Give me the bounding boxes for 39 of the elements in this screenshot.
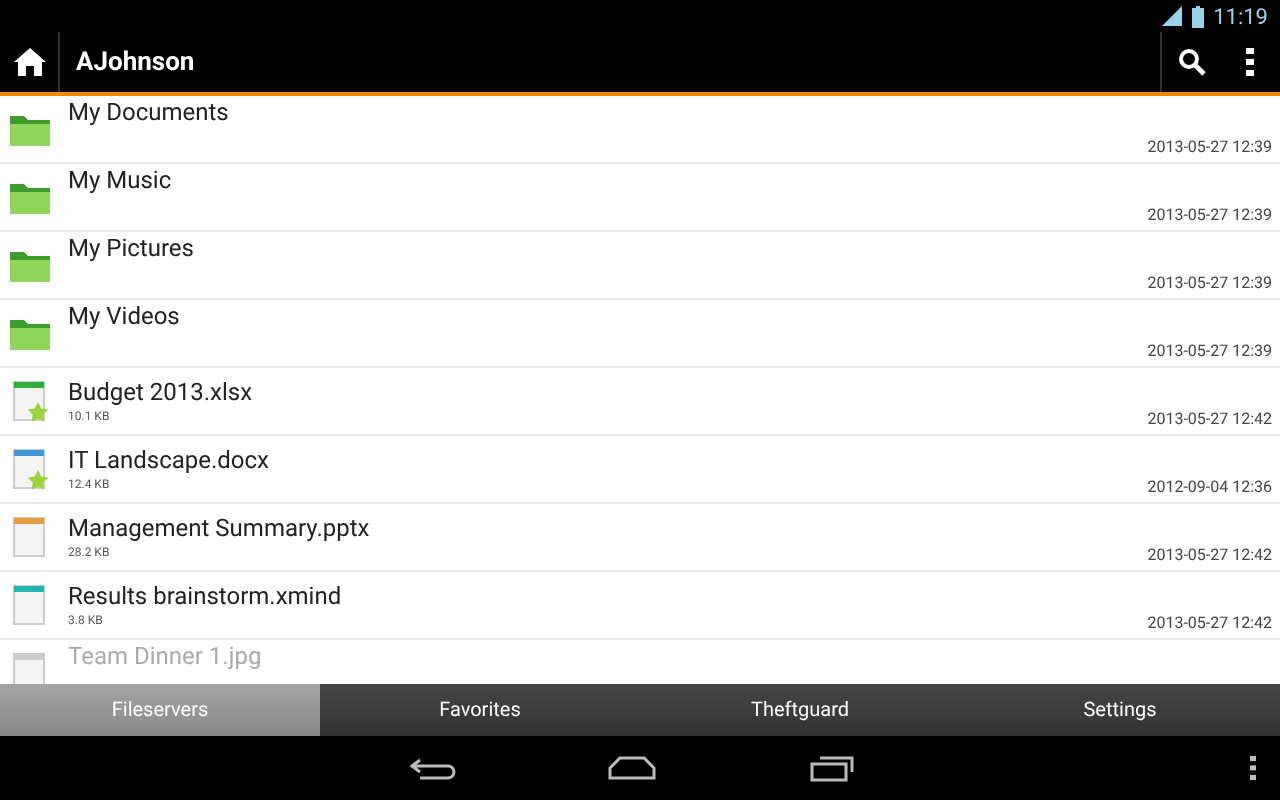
file-row[interactable]: My Documents 2013-05-27 12:39 [0,96,1280,164]
modified-date: 2013-05-27 12:39 [1147,138,1272,160]
folder-icon [8,111,52,147]
file-name: My Pictures [68,234,196,262]
modified-date: 2013-05-27 12:42 [1147,614,1272,636]
folder-icon [8,315,52,351]
recent-apps-icon [810,754,854,782]
tab[interactable]: Favorites [320,684,640,736]
back-icon [408,756,456,780]
modified-date: 2013-05-27 12:42 [1147,546,1272,568]
signal-icon [1161,6,1182,26]
search-icon [1177,48,1205,76]
menu-icon [1249,756,1255,780]
file-name: Results brainstorm.xmind [68,582,344,610]
folder-icon [8,179,52,215]
folder-icon [8,247,52,283]
file-row[interactable]: My Videos 2013-05-27 12:39 [0,300,1280,368]
file-row[interactable]: My Music 2013-05-27 12:39 [0,164,1280,232]
file-name: Team Dinner 1.jpg [68,642,264,670]
modified-date: 2013-05-27 12:39 [1147,342,1272,364]
folder-title: AJohnson [76,47,197,77]
file-name: My Documents [68,98,231,126]
file-name: IT Landscape.docx [68,446,271,474]
modified-date: 2013-05-27 12:39 [1147,274,1272,296]
home-icon [13,48,45,76]
modified-date: 2013-05-27 12:42 [1147,410,1272,432]
battery-icon [1191,5,1204,27]
file-name: Management Summary.pptx [68,514,372,542]
file-name: My Videos [68,302,182,330]
file-name: Budget 2013.xlsx [68,378,255,406]
modified-date: 2012-09-04 12:36 [1147,478,1272,500]
menu-icon [1246,48,1254,76]
file-name: My Music [68,166,174,194]
tab[interactable]: Settings [960,684,1280,736]
home-icon [608,756,656,780]
tab[interactable]: Theftguard [640,684,960,736]
clock-time: 11:19 [1213,3,1268,29]
file-row[interactable]: My Pictures 2013-05-27 12:39 [0,232,1280,300]
modified-date: 2013-05-27 12:39 [1147,206,1272,228]
